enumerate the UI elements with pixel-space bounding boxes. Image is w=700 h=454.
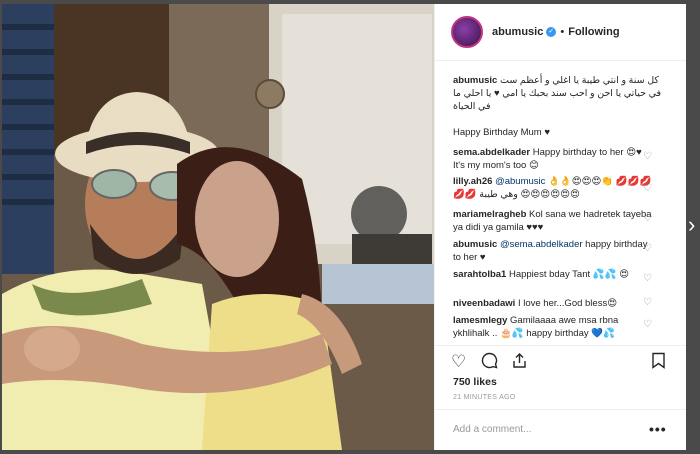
following-button[interactable]: Following — [568, 26, 619, 38]
comment-mention[interactable]: @sema.abdelkader — [500, 239, 583, 250]
heart-icon[interactable]: ♡ — [451, 352, 466, 372]
comment: lamesmlegy Gamilaaaa awe msa rbna ykhlih… — [453, 314, 653, 340]
comment-text: I love her...God bless😍 — [517, 298, 618, 309]
comment-like-heart-icon[interactable]: ♡ — [643, 183, 652, 194]
comment: lilly.ah26 @abumusic 👌👌😍😍😍👏 💋💋💋💋💋 وهي طي… — [453, 175, 653, 201]
verified-badge-icon: ✓ — [546, 27, 557, 37]
comment: mariamelragheb Kol sana we hadretek taye… — [453, 208, 653, 234]
comment-like-heart-icon[interactable]: ♡ — [643, 151, 652, 162]
comment-text: Happiest bday Tant 💦💦 😍 — [508, 269, 629, 280]
post-timestamp[interactable]: 21 MINUTES AGO — [453, 394, 516, 401]
comments-list[interactable]: abumusic كل سنة و انتي طيبة يا اغلي و أع… — [435, 62, 686, 345]
comment: sarahtolba1 Happiest bday Tant 💦💦 😍 — [453, 268, 653, 281]
comment-author[interactable]: mariamelragheb — [453, 209, 526, 220]
post-author[interactable]: abumusic — [492, 26, 543, 38]
comment-like-heart-icon[interactable]: ♡ — [643, 319, 652, 330]
avatar[interactable] — [451, 16, 483, 48]
comment-mention[interactable]: @abumusic — [495, 176, 545, 187]
like-count[interactable]: 750 likes — [453, 376, 497, 388]
comment-author[interactable]: niveenbadawi — [453, 298, 515, 309]
comment: abumusic @sema.abdelkader happy birthday… — [453, 238, 653, 264]
post-sidebar: abumusic ✓ • Following abumusic كل سنة و… — [434, 4, 686, 450]
add-comment-input[interactable]: Add a comment... — [453, 424, 531, 435]
comment: sema.abdelkader Happy birthday to her 😍♥… — [453, 146, 653, 172]
caption-author[interactable]: abumusic — [453, 75, 497, 86]
next-post-arrow[interactable]: › — [688, 214, 695, 236]
comment-like-heart-icon[interactable]: ♡ — [643, 213, 652, 224]
comment-icon[interactable] — [481, 352, 498, 374]
comment-author[interactable]: sarahtolba1 — [453, 269, 506, 280]
bookmark-icon[interactable] — [651, 352, 666, 374]
post-photo[interactable] — [2, 4, 434, 450]
comment-author[interactable]: abumusic — [453, 239, 497, 250]
separator-dot: • — [560, 26, 565, 38]
caption-text-english: Happy Birthday Mum ♥ — [453, 127, 550, 138]
comment-author[interactable]: lamesmlegy — [453, 315, 507, 326]
comment: niveenbadawi I love her...God bless😍 — [453, 297, 653, 310]
add-comment-bar: Add a comment... ••• — [435, 409, 686, 451]
post-actions: ♡ — [435, 345, 686, 374]
more-options-icon[interactable]: ••• — [649, 421, 667, 437]
comment-like-heart-icon[interactable]: ♡ — [643, 297, 652, 308]
comment-author[interactable]: sema.abdelkader — [453, 147, 530, 158]
comment-like-heart-icon[interactable]: ♡ — [643, 243, 652, 254]
post-caption: abumusic كل سنة و انتي طيبة يا اغلي و أع… — [453, 74, 671, 113]
comment-like-heart-icon[interactable]: ♡ — [643, 273, 652, 284]
comment-author[interactable]: lilly.ah26 — [453, 176, 492, 187]
share-icon[interactable] — [511, 352, 528, 374]
post-header: abumusic ✓ • Following — [435, 4, 686, 61]
